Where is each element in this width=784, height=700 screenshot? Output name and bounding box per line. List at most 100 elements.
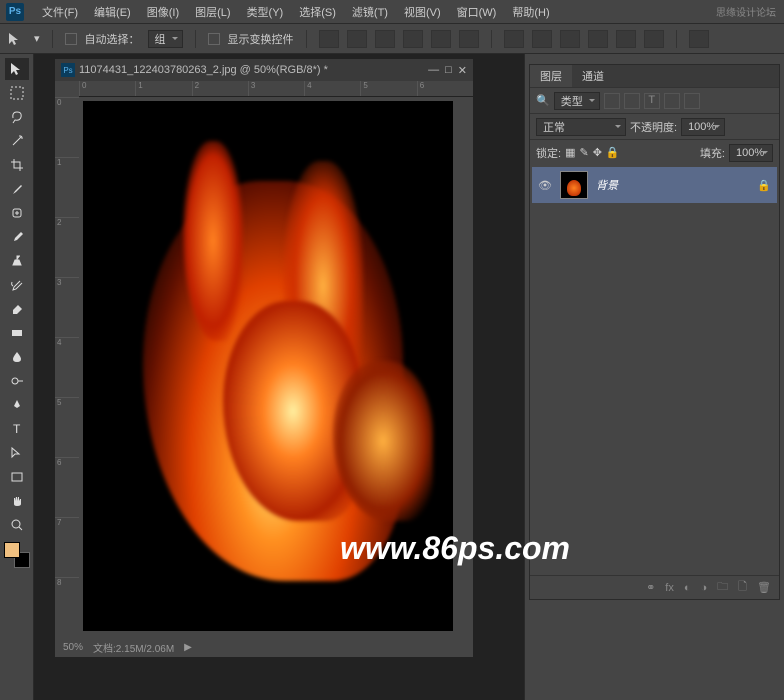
rectangle-tool[interactable] (5, 466, 29, 488)
history-brush-tool[interactable] (5, 274, 29, 296)
color-swatches[interactable] (4, 542, 30, 568)
align-top-icon[interactable] (319, 30, 339, 48)
group-icon[interactable]: 🗀 (717, 578, 728, 597)
ruler-tick: 1 (135, 81, 191, 96)
menu-layer[interactable]: 图层(L) (187, 4, 238, 20)
tab-channels[interactable]: 通道 (572, 65, 614, 87)
hand-tool[interactable] (5, 490, 29, 512)
menu-view[interactable]: 视图(V) (396, 4, 449, 20)
separator (52, 30, 53, 48)
eraser-tool[interactable] (5, 298, 29, 320)
adjustment-icon[interactable]: ◑ (701, 582, 708, 594)
filter-shape-icon[interactable] (664, 93, 680, 109)
separator (306, 30, 307, 48)
show-transform-checkbox[interactable] (208, 33, 220, 45)
align-vcenter-icon[interactable] (347, 30, 367, 48)
filter-smart-icon[interactable] (684, 93, 700, 109)
ruler-tick: 8 (55, 577, 79, 637)
magic-wand-tool[interactable] (5, 130, 29, 152)
eyedropper-tool[interactable] (5, 178, 29, 200)
doc-info: 文档:2.15M/2.06M (93, 640, 174, 655)
delete-layer-icon[interactable]: 🗑 (757, 581, 771, 594)
distribute-left-icon[interactable] (588, 30, 608, 48)
clone-stamp-tool[interactable] (5, 250, 29, 272)
document-window: Ps 11074431_122403780263_2.jpg @ 50%(RGB… (54, 58, 474, 658)
options-bar: ▾ 自动选择： 组 显示变换控件 (0, 24, 784, 54)
auto-select-checkbox[interactable] (65, 33, 77, 45)
layer-name[interactable]: 背景 (596, 177, 618, 193)
dodge-tool[interactable] (5, 370, 29, 392)
panel-tabs: 图层 通道 (530, 65, 779, 87)
lasso-tool[interactable] (5, 106, 29, 128)
move-tool-icon (8, 32, 26, 46)
layer-thumbnail[interactable] (560, 171, 588, 199)
dropdown-arrow-icon[interactable]: ▾ (34, 32, 40, 45)
filter-type-icon[interactable]: T (644, 93, 660, 109)
align-left-icon[interactable] (403, 30, 423, 48)
document-tab[interactable]: Ps 11074431_122403780263_2.jpg @ 50%(RGB… (55, 59, 473, 81)
layer-row-background[interactable]: 👁 背景 🔒 (532, 167, 777, 203)
distribute-vcenter-icon[interactable] (532, 30, 552, 48)
blend-row: 正常 不透明度: 100% (530, 113, 779, 139)
ruler-tick: 6 (417, 81, 473, 96)
layer-style-icon[interactable]: fx (665, 582, 674, 594)
visibility-icon[interactable]: 👁 (538, 179, 552, 192)
menu-edit[interactable]: 编辑(E) (86, 4, 139, 20)
healing-brush-tool[interactable] (5, 202, 29, 224)
opacity-input[interactable]: 100% (681, 118, 725, 136)
close-icon[interactable]: ✕ (458, 64, 467, 77)
ruler-tick: 2 (192, 81, 248, 96)
fill-label: 填充: (700, 145, 725, 161)
menu-image[interactable]: 图像(I) (139, 4, 187, 20)
blend-mode-dropdown[interactable]: 正常 (536, 118, 626, 136)
crop-tool[interactable] (5, 154, 29, 176)
gradient-tool[interactable] (5, 322, 29, 344)
marquee-tool[interactable] (5, 82, 29, 104)
move-tool[interactable] (5, 58, 29, 80)
menu-type[interactable]: 类型(Y) (239, 4, 292, 20)
zoom-tool[interactable] (5, 514, 29, 536)
link-layers-icon[interactable]: ⚭ (646, 581, 655, 594)
distribute-top-icon[interactable] (504, 30, 524, 48)
new-layer-icon[interactable]: 🗋 (738, 578, 747, 597)
lock-all-icon[interactable]: 🔒 (606, 146, 620, 159)
menu-window[interactable]: 窗口(W) (449, 4, 505, 20)
maximize-icon[interactable]: □ (445, 64, 452, 77)
layer-mask-icon[interactable]: ◐ (684, 582, 691, 594)
ruler-tick: 6 (55, 457, 79, 517)
minimize-icon[interactable]: — (428, 64, 439, 77)
align-bottom-icon[interactable] (375, 30, 395, 48)
menu-filter[interactable]: 滤镜(T) (344, 4, 396, 20)
layers-empty-area[interactable] (530, 205, 779, 575)
watermark-86ps: www.86ps.com (340, 530, 570, 567)
filter-pixel-icon[interactable] (604, 93, 620, 109)
lock-transparent-icon[interactable]: ▦ (565, 146, 575, 159)
workspace: T Ps 11074431_122403780263_2.jpg @ 50%(R… (0, 54, 784, 700)
fill-input[interactable]: 100% (729, 144, 773, 162)
auto-select-dropdown[interactable]: 组 (148, 30, 183, 48)
menu-file[interactable]: 文件(F) (34, 4, 86, 20)
path-selection-tool[interactable] (5, 442, 29, 464)
blur-tool[interactable] (5, 346, 29, 368)
info-arrow-icon[interactable]: ▶ (184, 642, 192, 653)
menu-select[interactable]: 选择(S) (291, 4, 344, 20)
foreground-color-swatch[interactable] (4, 542, 20, 558)
distribute-right-icon[interactable] (644, 30, 664, 48)
distribute-bottom-icon[interactable] (560, 30, 580, 48)
distribute-hcenter-icon[interactable] (616, 30, 636, 48)
filter-adjust-icon[interactable] (624, 93, 640, 109)
zoom-level[interactable]: 50% (63, 642, 83, 653)
svg-text:T: T (13, 422, 21, 436)
auto-align-icon[interactable] (689, 30, 709, 48)
lock-pixels-icon[interactable]: ✎ (579, 146, 588, 159)
lock-position-icon[interactable]: ✥ (593, 146, 602, 159)
pen-tool[interactable] (5, 394, 29, 416)
tab-layers[interactable]: 图层 (530, 65, 572, 87)
align-right-icon[interactable] (459, 30, 479, 48)
align-hcenter-icon[interactable] (431, 30, 451, 48)
menu-help[interactable]: 帮助(H) (504, 4, 557, 20)
type-tool[interactable]: T (5, 418, 29, 440)
filter-type-dropdown[interactable]: 类型 (554, 92, 600, 110)
brush-tool[interactable] (5, 226, 29, 248)
show-transform-label: 显示变换控件 (228, 31, 294, 47)
